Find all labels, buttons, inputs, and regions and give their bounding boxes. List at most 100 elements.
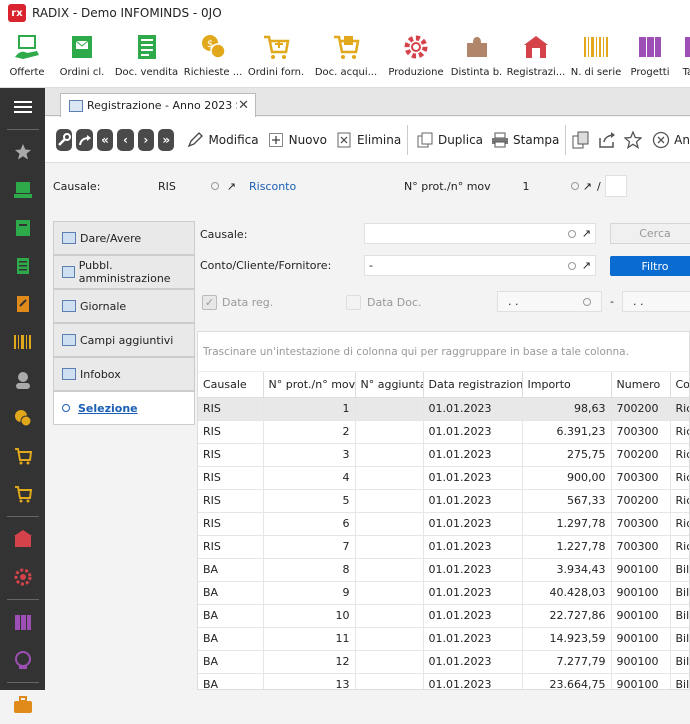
cerca-button[interactable]: Cerca: [610, 223, 690, 244]
offerte-sidebar-icon[interactable]: [0, 171, 45, 209]
column-header[interactable]: N° prot./n° mov.: [263, 372, 356, 398]
table-row[interactable]: RIS5 01.01.2023567,33700200Rica: [198, 489, 689, 513]
ribbon-tasks-button[interactable]: Tasks: [676, 26, 690, 88]
filter-conto-open-icon[interactable]: ↗: [582, 259, 591, 272]
column-header[interactable]: Importo: [522, 372, 612, 398]
table-row[interactable]: BA9 01.01.202340.428,03900100Bila: [198, 581, 689, 605]
favorite-button[interactable]: [624, 130, 646, 149]
ribbon-distinta-base-button[interactable]: Distinta b.: [449, 26, 504, 88]
filtro-button[interactable]: Filtro: [610, 256, 690, 276]
filter-causale-search-icon[interactable]: [567, 229, 576, 238]
wrench-icon[interactable]: [56, 128, 73, 151]
nav-item-infobox[interactable]: Infobox: [53, 357, 195, 391]
ribbon-barcode-button[interactable]: N. di serie: [568, 26, 624, 88]
stampa-button[interactable]: Stampa: [491, 131, 559, 149]
table-cell: 700300: [611, 512, 671, 536]
annulla-button[interactable]: An: [652, 131, 690, 149]
nuovo-button[interactable]: Nuovo: [267, 131, 327, 149]
mov-field[interactable]: [605, 175, 627, 197]
ribbon-ordini-fornitori-button[interactable]: Ordini forn.: [243, 26, 309, 88]
table-row[interactable]: BA8 01.01.20233.934,43900100Bila: [198, 558, 689, 582]
prot-open-icon[interactable]: ↗: [583, 180, 592, 193]
cancel-circle-icon: [652, 131, 670, 149]
carrello-sidebar-icon[interactable]: [0, 437, 45, 475]
documenti-sidebar-icon[interactable]: [0, 285, 45, 323]
search-icon[interactable]: [210, 182, 219, 190]
nav-item-campi-aggiuntivi[interactable]: Campi aggiuntivi: [53, 323, 195, 357]
previous-record-icon[interactable]: ‹: [117, 128, 134, 151]
modifica-button[interactable]: Modifica: [186, 131, 259, 149]
filter-causale-field[interactable]: ↗: [364, 223, 596, 244]
data-reg-checkbox[interactable]: ✓: [202, 295, 217, 310]
doc-vendita-sidebar-icon[interactable]: [0, 247, 45, 285]
assistenza-sidebar-icon[interactable]: [0, 641, 45, 679]
table-row[interactable]: RIS4 01.01.2023900,00700300Rica: [198, 466, 689, 490]
table-row[interactable]: RIS7 01.01.20231.227,78700300Rica: [198, 535, 689, 559]
table-row[interactable]: RIS6 01.01.20231.297,78700300Rica: [198, 512, 689, 536]
data-doc-checkbox[interactable]: [346, 295, 361, 310]
date-from-search-icon[interactable]: [583, 297, 591, 306]
duplica-button[interactable]: Duplica: [416, 131, 483, 149]
filter-conto-search-icon[interactable]: [567, 261, 576, 270]
finanze-sidebar-icon[interactable]: [0, 399, 45, 437]
ribbon-registrazioni-button[interactable]: Registrazi...: [504, 26, 568, 88]
produzione-sidebar-icon[interactable]: [0, 558, 45, 596]
nav-item-selezione[interactable]: Selezione: [53, 391, 195, 425]
copy-button[interactable]: [572, 131, 594, 149]
table-row[interactable]: BA12 01.01.20237.277,79900100Bila: [198, 650, 689, 674]
share-button[interactable]: [598, 131, 620, 149]
table-cell: Bila: [670, 673, 689, 689]
nav-item-giornale[interactable]: Giornale: [53, 289, 195, 323]
column-header[interactable]: Causale: [198, 372, 264, 398]
favorites-star-icon[interactable]: [0, 133, 45, 171]
table-cell: RIS: [198, 512, 264, 536]
table-row[interactable]: BA10 01.01.202322.727,86900100Bila: [198, 604, 689, 628]
valigia-sidebar-icon[interactable]: [0, 686, 45, 724]
elimina-label: Elimina: [356, 132, 402, 147]
ribbon-richieste-button[interactable]: $ Richieste ...: [183, 26, 243, 88]
magazzino-sidebar-icon[interactable]: [0, 520, 45, 558]
next-record-icon[interactable]: ›: [137, 128, 155, 151]
column-header[interactable]: Numero: [611, 372, 671, 398]
table-row[interactable]: RIS1 01.01.202398,63700200Rica: [198, 397, 689, 421]
close-tab-icon[interactable]: ✕: [238, 98, 249, 113]
contatti-sidebar-icon[interactable]: [0, 361, 45, 399]
carrello-acquisti-sidebar-icon[interactable]: [0, 475, 45, 513]
ribbon-ordini-clienti-button[interactable]: Ordini cl.: [54, 26, 110, 88]
risconto-link[interactable]: Risconto: [249, 180, 296, 193]
ribbon-offerte-button[interactable]: Offerte: [0, 26, 54, 88]
ribbon-progetti-button[interactable]: Progetti: [624, 26, 676, 88]
last-record-icon[interactable]: »: [158, 128, 175, 151]
column-header[interactable]: Co: [670, 372, 689, 398]
table-row[interactable]: BA11 01.01.202314.923,59900100Bila: [198, 627, 689, 651]
prot-field[interactable]: 1 ↗: [491, 176, 597, 196]
filter-conto-field[interactable]: - ↗: [364, 255, 596, 276]
redo-arrow-icon[interactable]: [76, 128, 93, 151]
prot-search-icon[interactable]: [570, 182, 579, 190]
table-cell: 7.277,79: [522, 650, 612, 674]
column-header[interactable]: Data registrazione: [423, 372, 523, 398]
progetti-sidebar-icon[interactable]: [0, 603, 45, 641]
nav-item-pubbl-amministrazione[interactable]: Pubbl. amministrazione: [53, 255, 195, 289]
table-row[interactable]: RIS3 01.01.2023275,75700200Rica: [198, 443, 689, 467]
ribbon-doc-vendita-button[interactable]: Doc. vendita: [110, 26, 183, 88]
ribbon-doc-acquisto-button[interactable]: Doc. acqui...: [309, 26, 383, 88]
tab-registrazione[interactable]: Registrazione - Anno 2023 Se ✕: [60, 93, 256, 117]
ribbon-produzione-button[interactable]: Produzione: [383, 26, 449, 88]
date-from-field[interactable]: . .: [497, 291, 602, 312]
ordini-sidebar-icon[interactable]: [0, 209, 45, 247]
column-header[interactable]: N° aggiunta: [355, 372, 424, 398]
barcode-sidebar-icon[interactable]: [0, 323, 45, 361]
open-link-icon[interactable]: ↗: [227, 180, 236, 193]
richieste-icon: $: [198, 32, 228, 62]
table-row[interactable]: BA13 01.01.202323.664,75900100Bila: [198, 673, 689, 689]
table-cell: 01.01.2023: [423, 604, 523, 628]
filter-causale-open-icon[interactable]: ↗: [582, 227, 591, 240]
elimina-button[interactable]: Elimina: [335, 131, 401, 149]
date-to-field[interactable]: . .: [622, 291, 690, 312]
hamburger-menu-icon[interactable]: [0, 88, 45, 126]
nav-item-dare-avere[interactable]: Dare/Avere: [53, 221, 195, 255]
causale-field[interactable]: RIS ↗: [153, 176, 241, 196]
first-record-icon[interactable]: «: [96, 128, 114, 151]
table-row[interactable]: RIS2 01.01.20236.391,23700300Rica: [198, 420, 689, 444]
